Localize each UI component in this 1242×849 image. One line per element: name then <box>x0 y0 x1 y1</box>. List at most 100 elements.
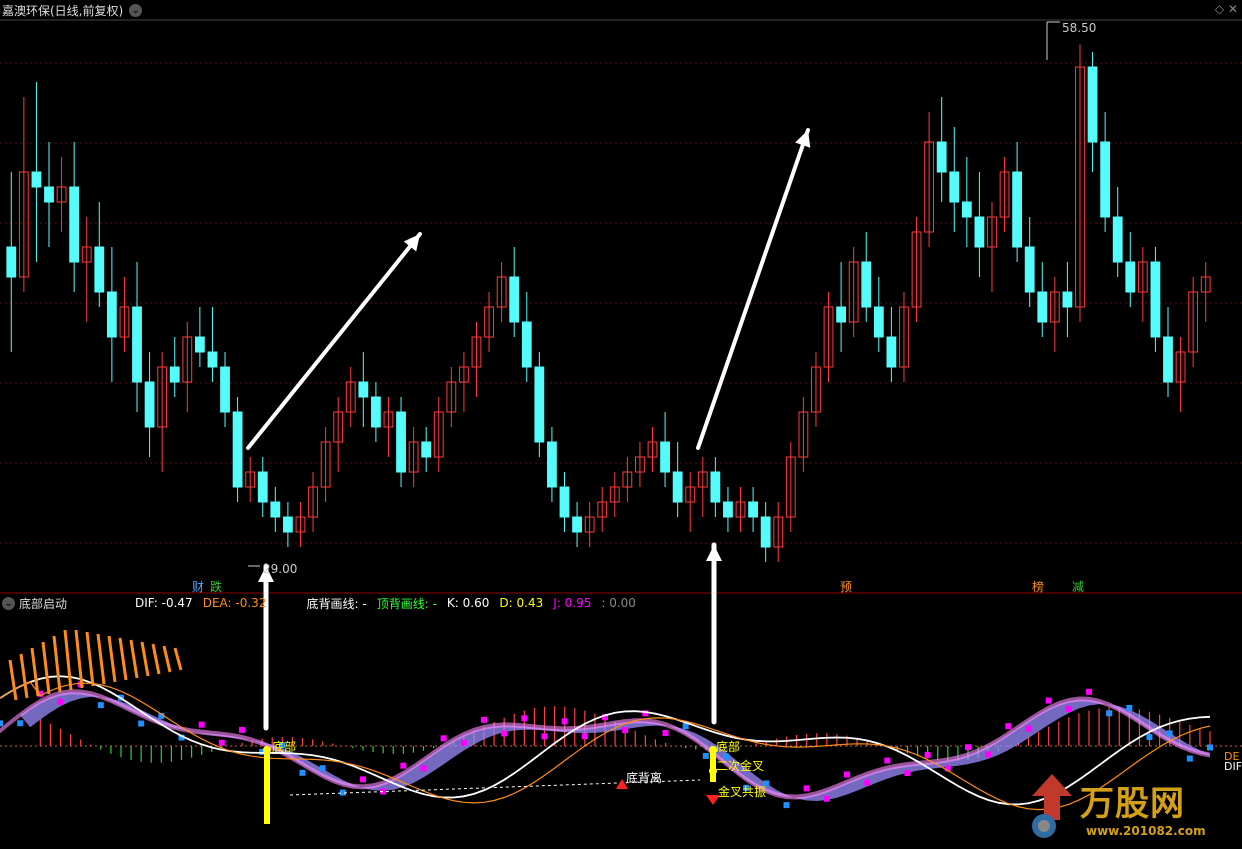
event-tag-yu[interactable]: 预 <box>838 578 854 595</box>
hatch-12 <box>140 641 150 677</box>
candle-body-21 <box>270 501 281 518</box>
annotation-bottom-divergence: 底背离 <box>626 771 663 785</box>
candle-body-88 <box>1112 216 1123 263</box>
hatch-9 <box>107 635 117 683</box>
candle-body-91 <box>1150 261 1161 338</box>
d-label: D: <box>499 596 513 610</box>
j-square-52 <box>521 715 528 722</box>
candle-body-20 <box>257 471 268 503</box>
j-square-118 <box>1186 755 1193 762</box>
low-price-label: 29.00 <box>263 562 298 576</box>
dea-value: -0.32 <box>235 596 267 610</box>
candle-body-92 <box>1163 336 1173 383</box>
j-square-32 <box>319 765 326 772</box>
j-square-112 <box>1126 704 1133 711</box>
j-square-92 <box>924 751 931 758</box>
hatch-3 <box>41 641 51 695</box>
extra-value: : 0.00 <box>601 596 636 610</box>
event-tag-jian[interactable]: 减 <box>1070 578 1086 595</box>
candle-body-42 <box>534 366 545 443</box>
j-square-54 <box>541 733 548 740</box>
j-square-40 <box>400 762 407 769</box>
watermark-brand: 万股网 <box>1080 784 1185 824</box>
hatch-0 <box>8 659 18 701</box>
bottom-signal-dot-1 <box>263 746 271 754</box>
k-value: 0.60 <box>462 596 490 610</box>
candle-body-43 <box>547 441 557 488</box>
candle-body-75 <box>949 171 960 203</box>
candle-body-33 <box>421 441 432 458</box>
candle-body-77 <box>974 216 985 248</box>
event-tag-bang[interactable]: 榜 <box>1030 578 1046 595</box>
j-square-50 <box>501 730 508 737</box>
candle-body-8 <box>106 291 117 338</box>
j-square-114 <box>1146 734 1153 741</box>
candle-body-5 <box>69 186 80 263</box>
j-square-42 <box>420 765 427 772</box>
hatch-11 <box>129 639 139 679</box>
j-square-46 <box>460 739 467 746</box>
j-square-88 <box>884 757 891 764</box>
candle-body-2 <box>31 171 42 188</box>
hatch-5 <box>63 629 73 691</box>
hatch-15 <box>173 647 183 671</box>
candle-body-11 <box>144 381 155 428</box>
hatch-13 <box>151 643 161 675</box>
annotation-golden-cross-resonance: 金叉共振 <box>718 785 767 799</box>
candle-body-40 <box>509 276 520 323</box>
j-square-106 <box>1065 705 1072 712</box>
j-square-108 <box>1086 688 1092 695</box>
j-square-20 <box>198 721 205 728</box>
indicator-name[interactable]: 底部启动 <box>19 595 67 612</box>
hatch-1 <box>19 653 29 699</box>
candle-body-68 <box>861 261 872 308</box>
d-value: 0.43 <box>516 596 544 610</box>
candle-body-89 <box>1125 261 1136 293</box>
j-square-30 <box>299 769 306 776</box>
j-square-82 <box>823 795 830 802</box>
candle-body-81 <box>1024 246 1035 293</box>
top-div-label: 顶背画线: <box>376 596 429 611</box>
j-square-80 <box>803 785 810 792</box>
event-tag-die[interactable]: 跌 <box>208 578 224 595</box>
candle-body-29 <box>371 396 381 428</box>
hatch-4 <box>52 635 62 693</box>
chevron-down-icon-indicator[interactable]: ⌄ <box>2 596 15 610</box>
candle-body-10 <box>132 306 142 383</box>
candle-body-53 <box>672 471 683 503</box>
event-tag-cai[interactable]: 财 <box>190 578 206 595</box>
j-square-14 <box>138 720 145 727</box>
chevron-down-icon[interactable]: ⌄ <box>129 3 143 17</box>
annotation-second-golden-cross: 二次金叉 <box>716 759 765 773</box>
hatch-10 <box>118 637 128 681</box>
chart-canvas <box>0 19 1242 824</box>
watermark: 万股网 www.201082.com <box>1022 772 1240 846</box>
bottom-div-value: - <box>362 596 367 611</box>
j-square-0 <box>0 720 3 727</box>
hatch-14 <box>162 645 172 673</box>
hatch-7 <box>85 631 95 687</box>
j-square-48 <box>481 716 487 723</box>
j-square-102 <box>1025 725 1032 732</box>
j-square-44 <box>440 735 447 742</box>
hatch-8 <box>96 633 106 685</box>
dif-label: DIF: <box>135 596 158 610</box>
candle-body-86 <box>1087 66 1098 143</box>
candle-body-52 <box>660 441 670 473</box>
candle-body-44 <box>559 486 570 518</box>
j-square-96 <box>965 744 971 751</box>
watermark-logo-icon <box>1032 774 1072 838</box>
j-square-66 <box>662 729 669 736</box>
j-square-84 <box>844 771 850 778</box>
candle-body-16 <box>207 351 218 368</box>
candle-body-70 <box>886 336 897 368</box>
k-label: K: <box>446 596 459 610</box>
candle-body-66 <box>836 306 846 323</box>
indicator-legend: ⌄ 底部启动 DIF: -0.47 DEA: -0.32 底背画线: - 顶背画… <box>0 594 636 612</box>
candle-body-17 <box>220 366 230 413</box>
diamond-icon[interactable]: ◇ ✕ <box>1215 2 1238 16</box>
title-bar: 嘉澳环保(日线,前复权) ⌄ <box>0 0 143 20</box>
j-square-58 <box>581 733 588 740</box>
annotation-bottom-1: 底部 <box>272 740 297 754</box>
candle-body-60 <box>760 516 771 548</box>
